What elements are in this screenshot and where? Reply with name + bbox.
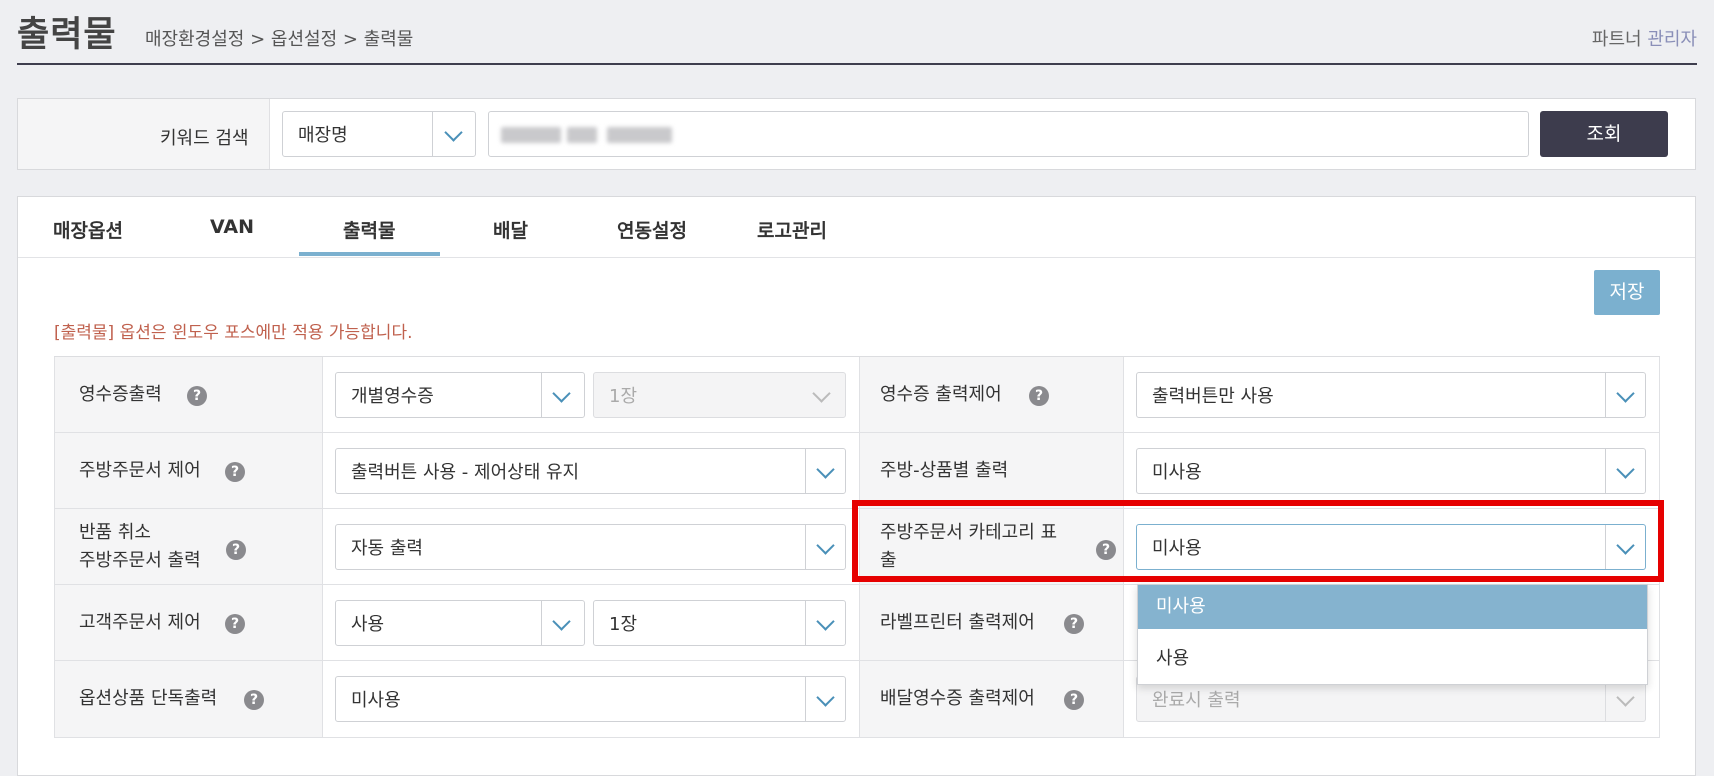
tab-integration[interactable]: 연동설정 xyxy=(617,216,687,243)
help-icon[interactable]: ? xyxy=(225,462,245,482)
help-icon[interactable]: ? xyxy=(226,540,246,560)
help-icon[interactable]: ? xyxy=(1064,690,1084,710)
option-label: 옵션상품 단독출력 xyxy=(79,688,218,709)
receipt-count-select: 1장 xyxy=(593,372,846,418)
help-icon[interactable]: ? xyxy=(244,690,264,710)
help-icon[interactable]: ? xyxy=(187,386,207,406)
receipt-control-select[interactable]: 출력버튼만 사용 xyxy=(1136,372,1646,418)
option-label-line2: 주방주문서 출력 xyxy=(79,550,201,571)
page-title: 출력물 xyxy=(17,15,117,55)
chevron-down-icon xyxy=(816,688,835,707)
kitchen-category-dropdown-menu: 미사용 사용 xyxy=(1137,584,1648,685)
label-cell: 배달영수증 출력제어 ? xyxy=(860,661,1124,738)
value-cell: 미사용 xyxy=(323,661,860,738)
chevron-down-icon xyxy=(812,384,831,403)
search-label: 키워드 검색 xyxy=(160,128,249,149)
value-cell: 자동 출력 xyxy=(323,509,860,585)
option-label: 영수증출력 xyxy=(79,384,162,405)
dropdown-option-use[interactable]: 사용 xyxy=(1138,637,1647,681)
chevron-down-icon xyxy=(552,612,571,631)
customer-order-select[interactable]: 사용 xyxy=(335,600,585,646)
label-cell: 주방-상품별 출력 xyxy=(860,433,1124,509)
option-label-line1: 반품 취소 xyxy=(79,522,151,543)
chevron-down-icon xyxy=(816,612,835,631)
label-cell: 주방주문서 제어 ? xyxy=(54,433,323,509)
label-cell: 라벨프린터 출력제어 ? xyxy=(860,585,1124,661)
label-cell: 고객주문서 제어 ? xyxy=(54,585,323,661)
option-label: 고객주문서 제어 xyxy=(79,612,201,633)
option-label: 주방-상품별 출력 xyxy=(880,460,1009,481)
tab-logo[interactable]: 로고관리 xyxy=(757,216,827,243)
label-cell: 반품 취소 주방주문서 출력 ? xyxy=(54,509,323,585)
help-icon[interactable]: ? xyxy=(1064,614,1084,634)
chevron-down-icon xyxy=(816,460,835,479)
header-divider xyxy=(17,63,1697,65)
highlight-annotation xyxy=(852,500,1664,582)
tabs-divider xyxy=(18,257,1695,258)
chevron-down-icon xyxy=(1616,460,1635,479)
search-keyword-input[interactable] xyxy=(488,111,1529,157)
receipt-print-select[interactable]: 개별영수증 xyxy=(335,372,585,418)
option-label: 라벨프린터 출력제어 xyxy=(880,612,1035,633)
option-label: 배달영수증 출력제어 xyxy=(880,688,1035,709)
active-tab-indicator xyxy=(299,252,440,256)
kitchen-control-select[interactable]: 출력버튼 사용 - 제어상태 유지 xyxy=(335,448,846,494)
value-cell: 출력버튼 사용 - 제어상태 유지 xyxy=(323,433,860,509)
option-label: 주방주문서 제어 xyxy=(79,460,201,481)
tab-store-options[interactable]: 매장옵션 xyxy=(53,216,123,243)
chevron-down-icon xyxy=(816,536,835,555)
dropdown-option-unused[interactable]: 미사용 xyxy=(1138,585,1647,629)
value-cell: 개별영수증 1장 xyxy=(323,357,860,433)
search-type-select[interactable]: 매장명 xyxy=(282,111,476,157)
partner-role: 관리자 xyxy=(1647,29,1697,50)
user-info[interactable]: 파트너 관리자 xyxy=(1592,25,1697,51)
chevron-down-icon xyxy=(1616,384,1635,403)
search-button[interactable]: 조회 xyxy=(1540,111,1668,157)
value-cell: 미사용 xyxy=(1124,433,1660,509)
save-button[interactable]: 저장 xyxy=(1594,270,1660,315)
tab-delivery[interactable]: 배달 xyxy=(493,216,528,243)
tab-printouts[interactable]: 출력물 xyxy=(343,216,395,243)
label-cell: 영수증 출력제어 ? xyxy=(860,357,1124,433)
chevron-down-icon xyxy=(1616,688,1635,707)
kitchen-by-product-select[interactable]: 미사용 xyxy=(1136,448,1646,494)
label-cell: 옵션상품 단독출력 ? xyxy=(54,661,323,738)
refund-kitchen-select[interactable]: 자동 출력 xyxy=(335,524,846,570)
option-product-select[interactable]: 미사용 xyxy=(335,676,846,722)
help-icon[interactable]: ? xyxy=(1029,386,1049,406)
help-icon[interactable]: ? xyxy=(225,614,245,634)
search-type-value: 매장명 xyxy=(298,125,348,146)
notice-text: [출력물] 옵션은 윈도우 포스에만 적용 가능합니다. xyxy=(54,323,413,343)
chevron-down-icon xyxy=(444,123,463,142)
partner-label: 파트너 xyxy=(1591,29,1642,50)
value-cell: 출력버튼만 사용 xyxy=(1124,357,1660,433)
customer-order-count-select[interactable]: 1장 xyxy=(593,600,846,646)
breadcrumb: 매장환경설정 > 옵션설정 > 출력물 xyxy=(145,29,414,50)
label-cell: 영수증출력 ? xyxy=(54,357,323,433)
value-cell: 사용 1장 xyxy=(323,585,860,661)
tab-van[interactable]: VAN xyxy=(210,216,254,238)
option-label: 영수증 출력제어 xyxy=(880,384,1002,405)
chevron-down-icon xyxy=(552,384,571,403)
